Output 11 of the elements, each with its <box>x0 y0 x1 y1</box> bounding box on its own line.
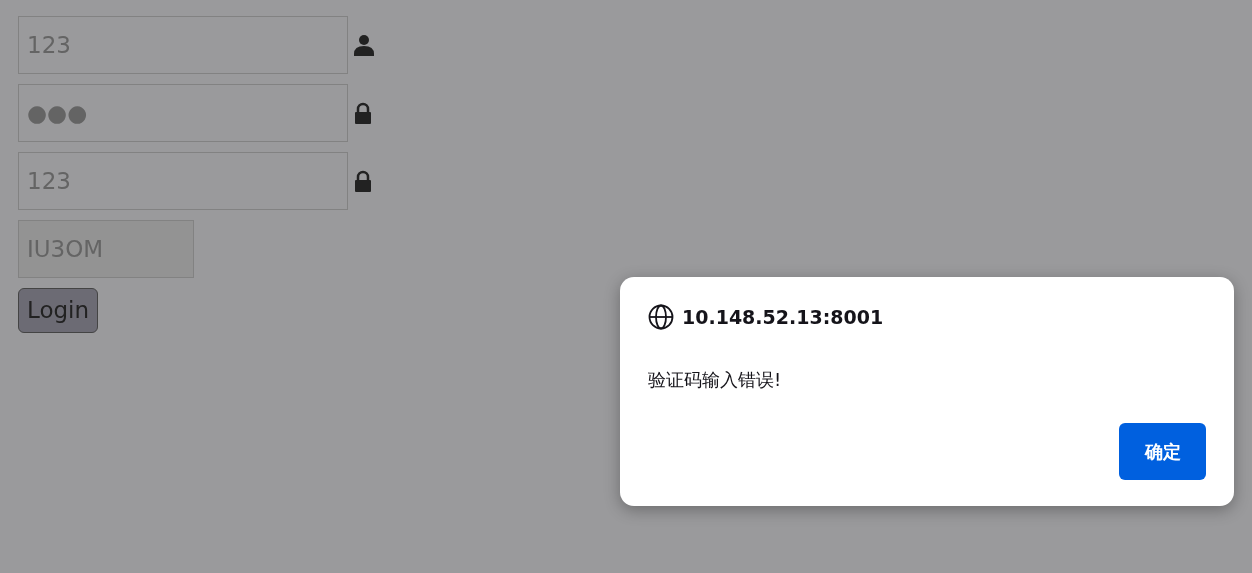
username-field[interactable]: 123 <box>18 16 348 74</box>
lock-icon <box>354 170 372 192</box>
user-icon <box>354 34 374 56</box>
dialog-message: 验证码输入错误! <box>648 367 783 392</box>
dialog-title: 10.148.52.13:8001 <box>682 305 884 330</box>
confirm-password-field[interactable]: 123 <box>18 152 348 210</box>
password-field[interactable]: ●●● <box>18 84 348 142</box>
globe-icon <box>648 304 674 331</box>
ok-button[interactable]: 确定 <box>1119 423 1206 480</box>
lock-icon <box>354 102 372 124</box>
login-button[interactable]: Login <box>18 288 99 333</box>
